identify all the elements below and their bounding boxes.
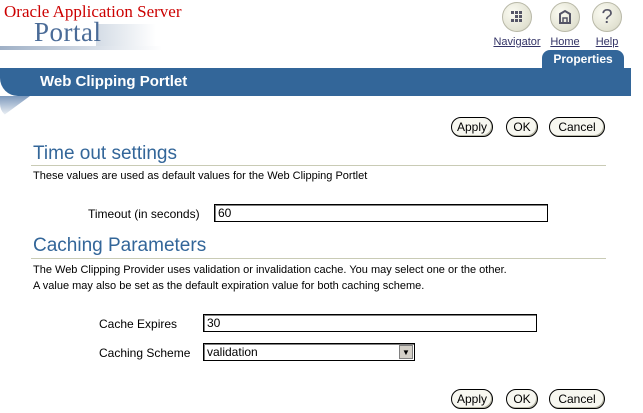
tab-properties[interactable]: Properties — [542, 50, 624, 68]
apply-button-top[interactable]: Apply — [451, 117, 493, 137]
ok-button-bottom[interactable]: OK — [506, 389, 538, 409]
caching-section-heading: Caching Parameters — [33, 235, 207, 256]
ok-button-top[interactable]: OK — [506, 117, 538, 137]
help-label[interactable]: Help — [579, 36, 635, 48]
caching-scheme-select[interactable]: validation ▼ — [203, 343, 415, 361]
cancel-button-top[interactable]: Cancel — [549, 117, 605, 137]
title-bar-curve — [0, 96, 30, 118]
help-link[interactable]: ? Help — [579, 2, 635, 48]
title-bar-edge — [631, 68, 637, 96]
caching-scheme-label: Caching Scheme — [99, 346, 191, 360]
timeout-label: Timeout (in seconds) — [88, 207, 200, 221]
cache-expires-label: Cache Expires — [99, 317, 178, 331]
timeout-input[interactable] — [214, 204, 548, 222]
help-icon: ? — [592, 2, 622, 32]
caching-section-description-line2: A value may also be set as the default e… — [33, 280, 425, 292]
navigator-icon — [502, 2, 532, 32]
cache-expires-input[interactable] — [203, 314, 537, 332]
caching-section-description-line1: The Web Clipping Provider uses validatio… — [33, 264, 507, 276]
caching-section-divider — [31, 258, 606, 259]
chevron-down-icon[interactable]: ▼ — [399, 345, 413, 359]
page-title: Web Clipping Portlet — [40, 73, 188, 90]
timeout-section-divider — [31, 165, 606, 166]
brand-decoration — [96, 24, 156, 46]
brand-name-portal: Portal — [34, 17, 102, 47]
brand-underline — [0, 46, 162, 50]
apply-button-bottom[interactable]: Apply — [451, 389, 493, 409]
timeout-section-description: These values are used as default values … — [33, 170, 368, 182]
cancel-button-bottom[interactable]: Cancel — [549, 389, 605, 409]
home-icon — [550, 2, 580, 32]
timeout-section-heading: Time out settings — [33, 143, 177, 164]
caching-scheme-value: validation — [207, 345, 258, 359]
